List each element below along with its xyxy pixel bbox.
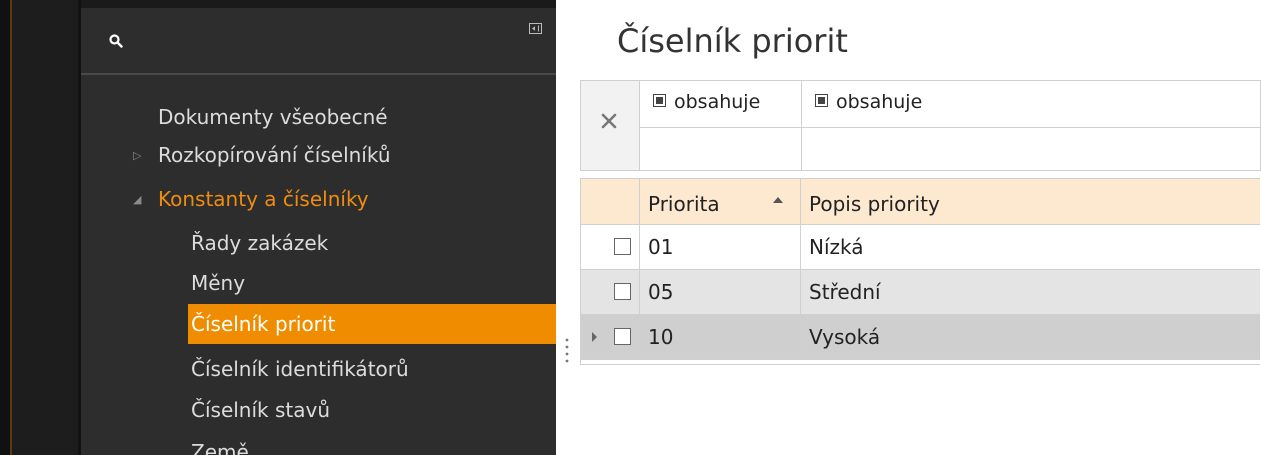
nav-search[interactable]	[81, 8, 556, 74]
left-edge-strip	[0, 0, 10, 455]
expanded-arrow-icon[interactable]: ◢	[133, 180, 141, 220]
row-checkbox[interactable]	[614, 238, 631, 255]
filter-input-popis[interactable]	[802, 128, 1260, 170]
cell-text: Nízká	[809, 235, 864, 259]
operator-menu-icon[interactable]	[815, 94, 828, 107]
operator-menu-icon[interactable]	[653, 94, 666, 107]
column-header-priorita[interactable]: Priorita	[640, 179, 801, 224]
nav-item-label: Rozkopírování číselníků	[158, 143, 391, 167]
collapsed-arrow-icon[interactable]: ▷	[133, 136, 141, 176]
row-indicator	[581, 315, 640, 359]
cell-priorita[interactable]: 05	[640, 270, 801, 314]
row-checkbox[interactable]	[614, 283, 631, 300]
table-row[interactable]: 01 Nízká	[581, 225, 1260, 270]
cell-popis[interactable]: Střední	[801, 270, 1260, 314]
filter-row: obsahuje obsahuje	[580, 80, 1261, 171]
app-rail	[12, 0, 78, 455]
cell-popis[interactable]: Vysoká	[801, 315, 1260, 359]
nav-item-label: Číselník stavů	[191, 398, 331, 422]
filter-operator-priorita[interactable]: obsahuje	[640, 81, 801, 128]
collapse-panel-icon[interactable]	[529, 23, 542, 34]
clear-filter-button[interactable]	[581, 81, 640, 170]
cell-text: 01	[648, 235, 674, 259]
nav-item-label: Řady zakázek	[191, 231, 329, 255]
nav-item-zeme[interactable]: Země	[191, 432, 249, 455]
row-checkbox[interactable]	[614, 328, 631, 345]
nav-item-ciselnik-identifikatoru[interactable]: Číselník identifikátorů	[191, 349, 409, 389]
search-underline	[81, 73, 556, 75]
cell-popis[interactable]: Nízká	[801, 225, 1260, 269]
header-indicator-cell	[581, 179, 640, 224]
panel-splitter[interactable]	[556, 0, 578, 455]
data-grid: Priorita Popis priority 01 Nízká 05 Stře…	[580, 178, 1260, 365]
column-header-label: Priorita	[648, 192, 720, 216]
filter-operator-label: obsahuje	[653, 91, 760, 113]
operator-text: obsahuje	[674, 91, 761, 113]
filter-operator-popis[interactable]: obsahuje	[802, 81, 1260, 128]
nav-item-ciselnik-stavu[interactable]: Číselník stavů	[191, 390, 330, 430]
row-pointer-icon	[592, 332, 597, 342]
nav-item-label: Číselník priorit	[191, 312, 336, 336]
nav-item-dokumenty[interactable]: Dokumenty všeobecné	[158, 97, 388, 137]
filter-input-priorita[interactable]	[640, 128, 801, 170]
table-row[interactable]: 05 Střední	[581, 270, 1260, 315]
filter-cell-popis: obsahuje	[802, 81, 1260, 170]
operator-text: obsahuje	[836, 91, 923, 113]
nav-item-label: Dokumenty všeobecné	[158, 105, 388, 129]
filter-cell-priorita: obsahuje	[640, 81, 802, 170]
grid-header: Priorita Popis priority	[581, 179, 1260, 225]
table-row[interactable]: 10 Vysoká	[581, 315, 1260, 360]
nav-item-label: Země	[191, 440, 249, 455]
clear-filter-icon[interactable]	[600, 112, 618, 130]
row-indicator	[581, 225, 640, 269]
row-indicator	[581, 270, 640, 314]
cell-text: 05	[648, 280, 674, 304]
search-icon[interactable]	[109, 34, 123, 48]
navigation-panel: Dokumenty všeobecné ▷ Rozkopírování číse…	[81, 0, 556, 455]
sort-ascending-icon	[773, 197, 783, 203]
nav-item-ciselnik-priorit[interactable]: Číselník priorit	[188, 304, 556, 344]
filter-operator-label: obsahuje	[815, 91, 922, 113]
column-header-label: Popis priority	[809, 192, 940, 216]
cell-priorita[interactable]: 10	[640, 315, 801, 359]
nav-item-label: Měny	[191, 271, 246, 295]
nav-item-label: Konstanty a číselníky	[158, 187, 369, 211]
column-header-popis[interactable]: Popis priority	[801, 179, 1260, 224]
cell-text: Vysoká	[809, 325, 881, 349]
nav-item-meny[interactable]: Měny	[191, 263, 245, 303]
nav-item-rady-zakazek[interactable]: Řady zakázek	[191, 223, 328, 263]
page-title: Číselník priorit	[617, 22, 848, 60]
cell-text: Střední	[809, 280, 881, 304]
nav-item-label: Číselník identifikátorů	[191, 357, 409, 381]
splitter-grip-icon[interactable]	[565, 336, 569, 366]
cell-text: 10	[648, 325, 674, 349]
main-content: Číselník priorit obsahuje obsahuje Prior…	[578, 0, 1261, 455]
nav-top-bar	[81, 0, 556, 8]
cell-priorita[interactable]: 01	[640, 225, 801, 269]
